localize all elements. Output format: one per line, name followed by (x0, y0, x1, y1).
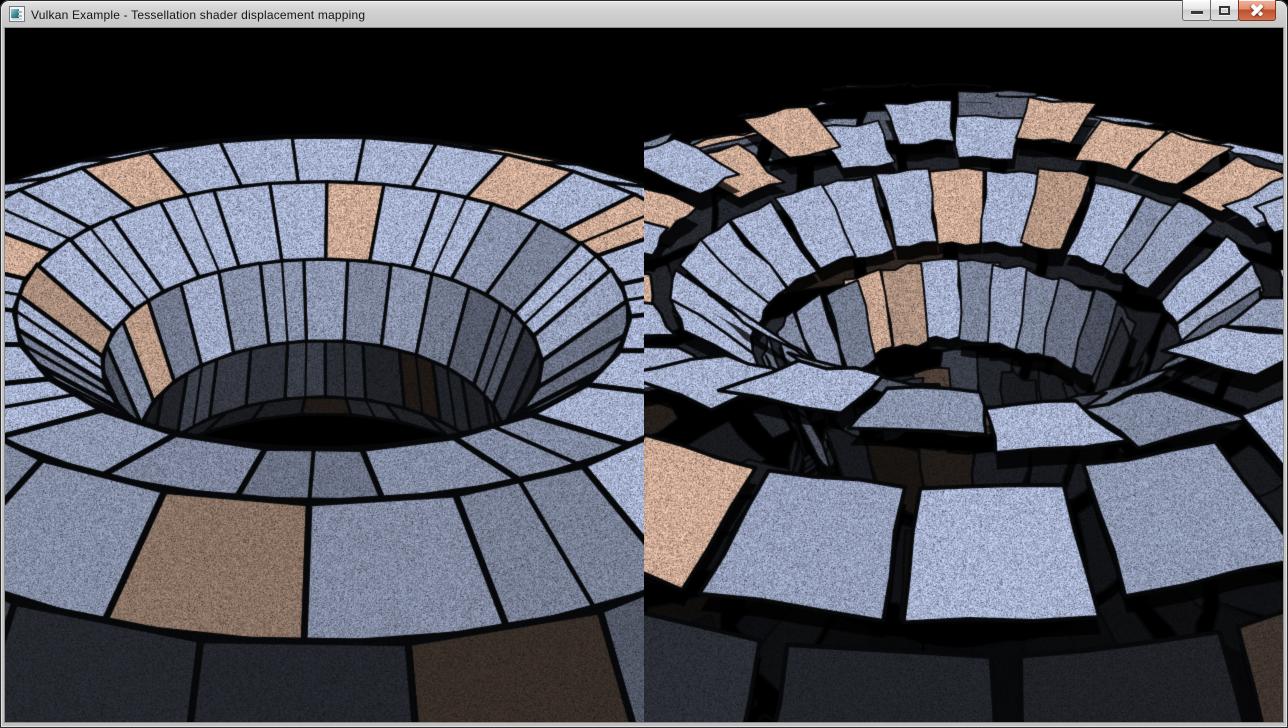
close-button[interactable] (1238, 0, 1276, 21)
app-icon-glyph (9, 6, 25, 22)
minimize-icon (1191, 11, 1203, 14)
app-icon[interactable] (9, 6, 25, 22)
caption-buttons (1183, 0, 1276, 21)
app-window: Vulkan Example - Tessellation shader dis… (0, 0, 1288, 728)
titlebar[interactable]: Vulkan Example - Tessellation shader dis… (0, 0, 1288, 28)
window-title: Vulkan Example - Tessellation shader dis… (31, 7, 365, 22)
torus-displacement-mapping-view (644, 28, 1283, 722)
close-icon (1239, 0, 1275, 20)
maximize-button[interactable] (1210, 0, 1239, 21)
render-viewport (5, 28, 1283, 722)
minimize-button[interactable] (1182, 0, 1211, 21)
maximize-icon (1219, 6, 1230, 15)
torus-normal-mapping-view (5, 28, 644, 722)
